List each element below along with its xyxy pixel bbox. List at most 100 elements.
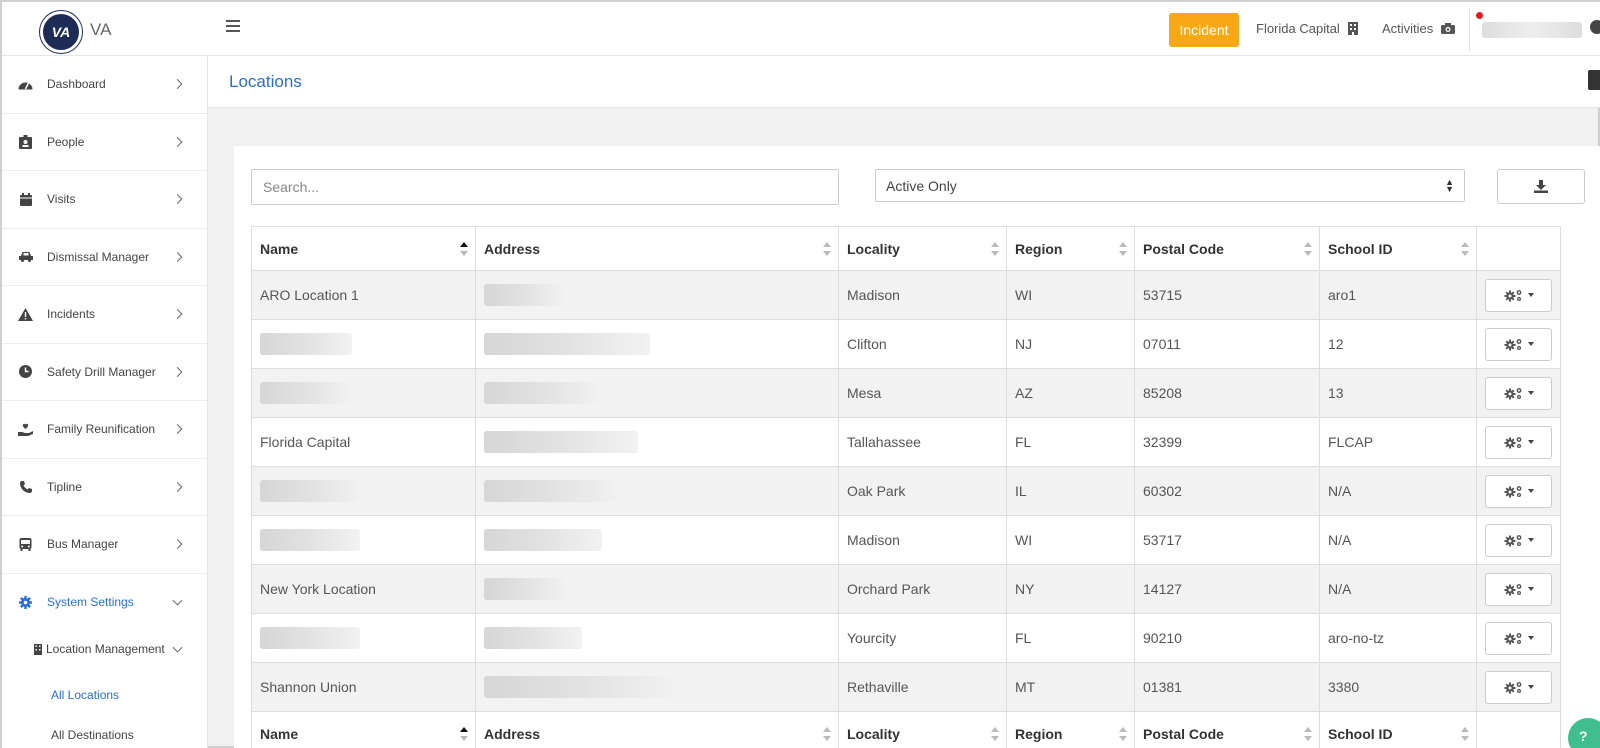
layout-toggle-icon[interactable]: [1588, 70, 1600, 90]
sidebar-item-visits[interactable]: Visits: [2, 171, 207, 229]
column-label: Postal Code: [1143, 240, 1224, 257]
redacted-text: [484, 578, 568, 600]
sidebar-item-label: Incidents: [47, 307, 96, 322]
sidebar-item-tipline[interactable]: Tipline: [2, 459, 207, 516]
sort-ascending-icon: [460, 242, 468, 256]
dropdown-caret-icon: [1527, 342, 1534, 346]
chevron-right-icon: [172, 79, 183, 90]
table-row[interactable]: Madison WI 53717 N/A: [251, 515, 1561, 565]
app-logo[interactable]: VA: [40, 11, 82, 53]
sidebar-item-dashboard[interactable]: Dashboard: [2, 56, 207, 114]
sidebar-item-bus-manager[interactable]: Bus Manager: [2, 516, 207, 574]
column-footer-postal-code[interactable]: Postal Code: [1134, 711, 1320, 748]
search-input[interactable]: [251, 169, 839, 205]
cell-postal-code: 53715: [1134, 270, 1320, 320]
row-actions-button[interactable]: [1485, 278, 1552, 312]
column-header-postal-code[interactable]: Postal Code: [1134, 226, 1320, 271]
sidebar-item-people[interactable]: People: [2, 114, 207, 171]
sidebar-item-label: Dashboard: [47, 77, 106, 92]
cell-school-id: N/A: [1319, 564, 1477, 614]
cell-address: [475, 319, 839, 369]
sidebar-item-label: Family Reunification: [47, 422, 156, 437]
dropdown-caret-icon: [1527, 685, 1534, 689]
row-actions-button[interactable]: [1485, 670, 1552, 704]
cell-address: [475, 417, 839, 467]
id-badge-icon: [18, 134, 33, 149]
table-row[interactable]: Oak Park IL 60302 N/A: [251, 466, 1561, 516]
sidebar-item-label: Location Management: [46, 642, 165, 656]
row-actions-button[interactable]: [1485, 621, 1552, 655]
cell-region: MT: [1006, 662, 1135, 712]
cell-school-id: aro-no-tz: [1319, 613, 1477, 663]
row-actions-button[interactable]: [1485, 523, 1552, 557]
cell-region: WI: [1006, 515, 1135, 565]
dropdown-caret-icon: [1527, 636, 1534, 640]
table-row[interactable]: Florida Capital Tallahassee FL 32399 FLCAP: [251, 417, 1561, 467]
cell-name: ARO Location 1: [251, 270, 476, 320]
cell-locality: Yourcity: [838, 613, 1007, 663]
cell-name: [251, 319, 476, 369]
sidebar-item-all-locations[interactable]: All Locations: [2, 675, 207, 715]
sort-icon: [823, 727, 831, 741]
column-footer-locality[interactable]: Locality: [838, 711, 1007, 748]
cell-name: [251, 515, 476, 565]
column-header-region[interactable]: Region: [1006, 226, 1135, 271]
cell-region: AZ: [1006, 368, 1135, 418]
sidebar-item-incidents[interactable]: Incidents: [2, 286, 207, 344]
sidebar-item-all-destinations[interactable]: All Destinations: [2, 715, 207, 748]
cell-actions: [1476, 515, 1561, 565]
cell-name: [251, 613, 476, 663]
table-row[interactable]: Mesa AZ 85208 13: [251, 368, 1561, 418]
redacted-text: [484, 431, 638, 453]
column-header-school-id[interactable]: School ID: [1319, 226, 1477, 271]
sort-icon: [1461, 727, 1469, 741]
sidebar-item-system-settings[interactable]: System Settings: [2, 574, 207, 632]
table-row[interactable]: Shannon Union Rethaville MT 01381 3380: [251, 662, 1561, 712]
sidebar-item-dismissal-manager[interactable]: Dismissal Manager: [2, 229, 207, 286]
cell-postal-code: 53717: [1134, 515, 1320, 565]
table-row[interactable]: New York Location Orchard Park NY 14127 N/A: [251, 564, 1561, 614]
chevron-down-icon: [172, 595, 183, 606]
gears-icon: [1504, 583, 1521, 595]
chevron-right-icon: [172, 309, 183, 320]
table-row[interactable]: Clifton NJ 07011 12: [251, 319, 1561, 369]
phone-icon: [18, 480, 33, 494]
row-actions-button[interactable]: [1485, 425, 1552, 459]
table-row[interactable]: ARO Location 1 Madison WI 53715 aro1: [251, 270, 1561, 320]
redacted-text: [484, 284, 564, 306]
sidebar: Dashboard People Visits Dismissal Manage…: [2, 56, 208, 748]
gears-icon: [1504, 436, 1521, 448]
redacted-text: [484, 333, 650, 355]
locations-table: Name Address Locality Region Postal Code…: [251, 226, 1561, 748]
sidebar-item-safety-drill-manager[interactable]: Safety Drill Manager: [2, 344, 207, 401]
column-label: Name: [260, 240, 299, 257]
menu-toggle-icon[interactable]: [226, 20, 240, 34]
activities-link[interactable]: Activities: [1382, 21, 1456, 36]
table-row[interactable]: Yourcity FL 90210 aro-no-tz: [251, 613, 1561, 663]
incident-button[interactable]: Incident: [1169, 13, 1239, 47]
row-actions-button[interactable]: [1485, 327, 1552, 361]
cell-name: Florida Capital: [251, 417, 476, 467]
cell-postal-code: 14127: [1134, 564, 1320, 614]
sidebar-item-location-management[interactable]: Location Management: [2, 631, 207, 667]
cell-postal-code: 60302: [1134, 466, 1320, 516]
row-actions-button[interactable]: [1485, 572, 1552, 606]
current-location-link[interactable]: Florida Capital: [1256, 21, 1358, 36]
user-avatar-icon[interactable]: [1590, 20, 1600, 34]
status-filter-select[interactable]: Active Only ▲ ▼: [875, 169, 1465, 202]
column-footer-name[interactable]: Name: [251, 711, 476, 748]
user-name-redacted[interactable]: [1482, 22, 1582, 38]
column-footer-school-id[interactable]: School ID: [1319, 711, 1477, 748]
column-header-name[interactable]: Name: [251, 226, 476, 271]
row-actions-button[interactable]: [1485, 474, 1552, 508]
download-button[interactable]: [1497, 169, 1585, 204]
column-footer-region[interactable]: Region: [1006, 711, 1135, 748]
column-header-locality[interactable]: Locality: [838, 226, 1007, 271]
sort-icon: [823, 242, 831, 256]
sidebar-item-label: Dismissal Manager: [47, 249, 150, 264]
sidebar-item-label: Tipline: [47, 479, 82, 494]
column-footer-address[interactable]: Address: [475, 711, 839, 748]
row-actions-button[interactable]: [1485, 376, 1552, 410]
sidebar-item-family-reunification[interactable]: Family Reunification: [2, 401, 207, 459]
column-header-address[interactable]: Address: [475, 226, 839, 271]
